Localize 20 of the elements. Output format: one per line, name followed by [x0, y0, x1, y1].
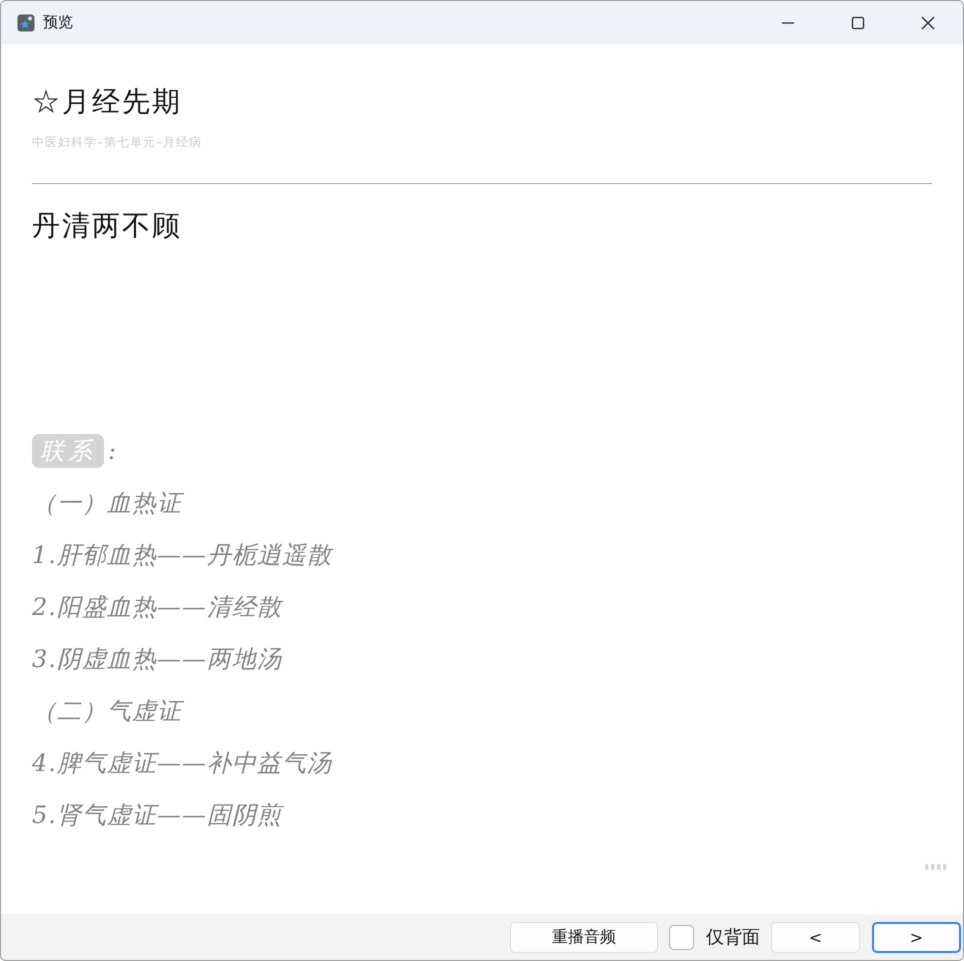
note-line: （一）血热证 [32, 488, 185, 519]
note-line: 3.阴虚血热——两地汤 [32, 644, 283, 675]
note-line: （二）气虚证 [32, 696, 185, 727]
note-line: 1.肝郁血热——丹栀逍遥散 [32, 540, 334, 571]
close-icon[interactable] [921, 16, 935, 30]
card-title: ☆月经先期 [32, 84, 183, 120]
next-button[interactable]: > [872, 922, 961, 952]
answer-text: 丹清两不顾 [32, 208, 183, 244]
previous-button[interactable]: < [771, 922, 860, 952]
note-line: 4.脾气虚证——补中益气汤 [32, 748, 333, 779]
replay-audio-button[interactable]: 重播音频 [510, 922, 658, 952]
note-line: 5.肾气虚证——固阴煎 [32, 798, 932, 832]
maximize-icon[interactable] [851, 16, 865, 30]
note-line: 2.阳盛血热——清经散 [32, 592, 284, 623]
grip-icon [925, 864, 947, 870]
colon-text: : [108, 437, 116, 465]
back-only-checkbox[interactable] [669, 924, 694, 950]
back-only-label: 仅背面 [706, 926, 760, 949]
window-title: 预览 [43, 13, 73, 32]
app-icon [17, 14, 35, 32]
